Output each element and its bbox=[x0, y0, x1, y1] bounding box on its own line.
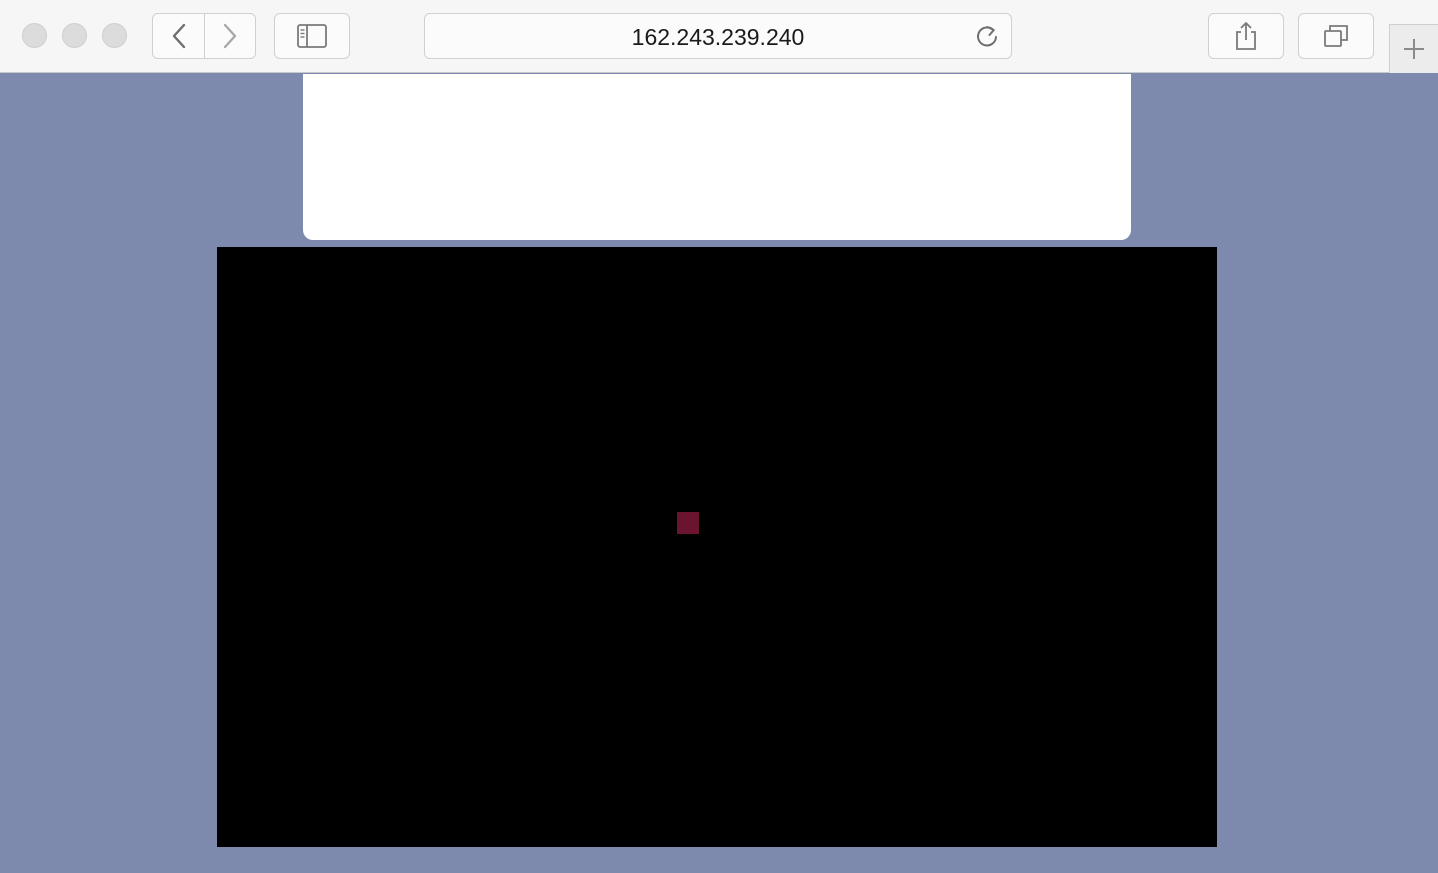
share-button[interactable] bbox=[1208, 13, 1284, 59]
game-canvas[interactable] bbox=[217, 247, 1217, 847]
tabs-overview-icon bbox=[1324, 25, 1348, 47]
sidebar-toggle-button[interactable] bbox=[274, 13, 350, 59]
window-zoom-button[interactable] bbox=[102, 23, 127, 48]
tab-overview-button[interactable] bbox=[1298, 13, 1374, 59]
share-icon bbox=[1236, 22, 1256, 50]
window-minimize-button[interactable] bbox=[62, 23, 87, 48]
address-bar[interactable]: 162.243.239.240 bbox=[424, 13, 1012, 59]
new-tab-button[interactable] bbox=[1389, 24, 1438, 73]
browser-toolbar: 162.243.239.240 bbox=[0, 0, 1438, 73]
reload-icon[interactable] bbox=[973, 23, 1001, 51]
address-text: 162.243.239.240 bbox=[631, 24, 805, 50]
game-square bbox=[677, 512, 699, 534]
chevron-left-icon bbox=[172, 23, 185, 49]
page-header-panel bbox=[303, 74, 1131, 240]
sidebar-icon bbox=[297, 24, 327, 48]
forward-button[interactable] bbox=[205, 13, 256, 59]
back-button[interactable] bbox=[152, 13, 205, 59]
chevron-right-icon bbox=[223, 23, 237, 49]
window-close-button[interactable] bbox=[22, 23, 47, 48]
plus-icon bbox=[1404, 39, 1424, 59]
